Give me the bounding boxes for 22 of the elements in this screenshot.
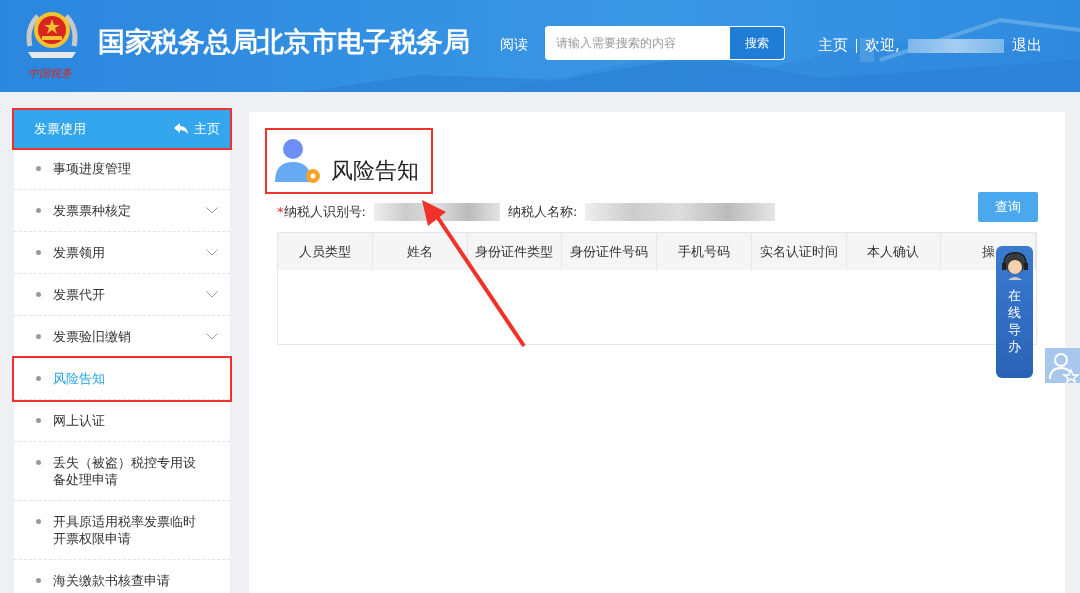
column-header: 姓名 <box>372 233 468 270</box>
sidebar-item[interactable]: 事项进度管理 <box>14 148 230 190</box>
column-header: 本人确认 <box>846 233 942 270</box>
user-settings-icon <box>275 138 321 186</box>
field-label: 纳税人名称: <box>507 203 578 221</box>
logo-caption: 中国税务 <box>28 66 72 81</box>
column-header: 身份证件类型 <box>467 233 563 270</box>
sidebar-title: 发票使用 <box>34 120 86 138</box>
field-label: *纳税人识别号: <box>277 203 366 221</box>
site-title: 国家税务总局北京市电子税务局 <box>98 25 469 59</box>
page-heading: 风险告知 <box>267 130 431 192</box>
column-header: 手机号码 <box>657 233 752 270</box>
back-arrow-icon <box>174 123 188 135</box>
search-button[interactable]: 搜索 <box>730 27 784 59</box>
column-header: 人员类型 <box>278 233 373 270</box>
column-header: 身份证件号码 <box>562 233 657 270</box>
welcome-text: 欢迎, <box>865 36 900 55</box>
online-guide-button[interactable]: 在线导办 <box>996 246 1033 378</box>
sidebar-item[interactable]: 网上认证 <box>14 400 230 442</box>
search-field[interactable]: 请输入需要搜索的内容 搜索 <box>545 26 785 60</box>
logout-link[interactable]: 退出 <box>1011 36 1042 55</box>
column-header: 实名认证时间 <box>751 233 847 270</box>
